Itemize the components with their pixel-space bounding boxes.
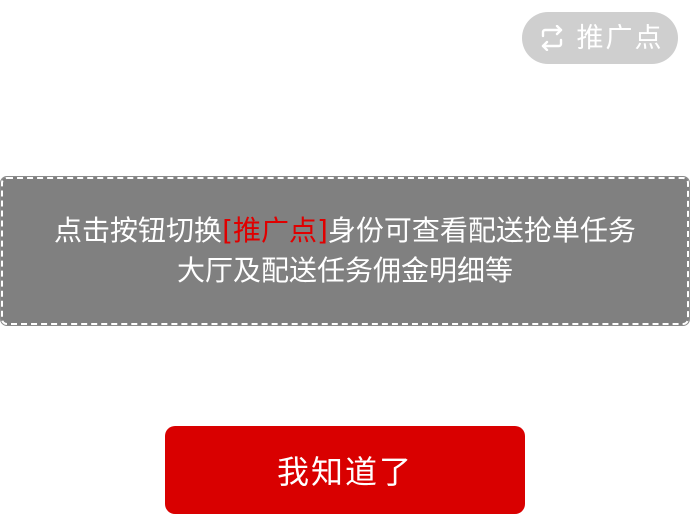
switch-identity-button[interactable]: 推广点 xyxy=(522,12,678,64)
switch-button-label: 推广点 xyxy=(576,22,664,54)
guide-tooltip-box: 点击按钮切换[推广点]身份可查看配送抢单任务大厅及配送任务佣金明细等 xyxy=(0,176,690,326)
guide-message: 点击按钮切换[推广点]身份可查看配送抢单任务大厅及配送任务佣金明细等 xyxy=(45,211,645,291)
swap-arrows-icon xyxy=(537,23,567,53)
guide-text-before: 点击按钮切换 xyxy=(54,214,223,247)
guide-highlight-role: [推广点] xyxy=(222,214,328,247)
got-it-button[interactable]: 我知道了 xyxy=(165,426,525,514)
